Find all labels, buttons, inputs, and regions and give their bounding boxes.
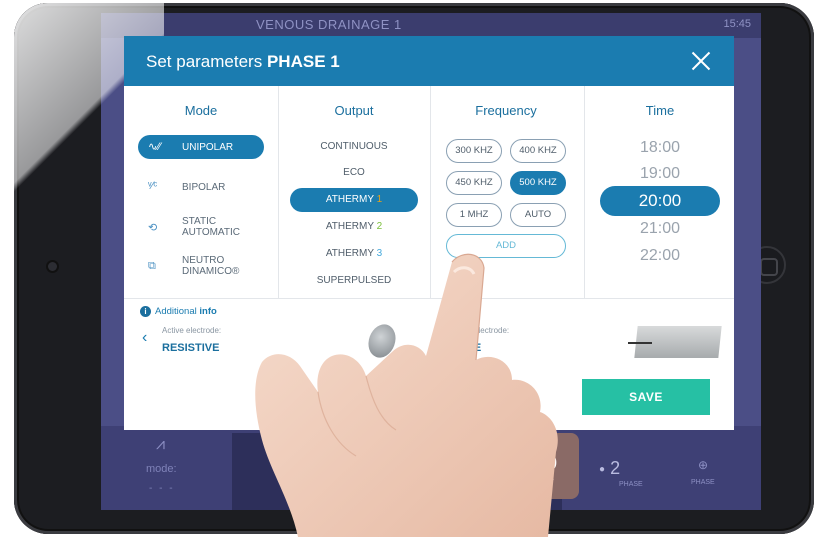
bipolar-icon: ᵛ⁄ᶜ bbox=[148, 180, 158, 192]
dialog-title: Set parameters PHASE 1 bbox=[146, 52, 340, 71]
output-superpulsed[interactable]: SUPERPULSED bbox=[290, 269, 418, 293]
time-column-header: Time bbox=[645, 103, 675, 118]
mode-label: mode: bbox=[146, 463, 177, 475]
freq-500khz[interactable]: 500 KHZ bbox=[510, 171, 566, 195]
freq-300khz[interactable]: 300 KHZ bbox=[446, 139, 502, 163]
mode-unipolar[interactable]: ∿⁄⁄ UNIPOLAR bbox=[138, 135, 264, 159]
unipolar-icon: ∿⁄⁄ bbox=[148, 141, 161, 153]
camera bbox=[48, 262, 57, 271]
phase-time-label: PHASE TIME bbox=[511, 475, 554, 482]
dialog-header: Set parameters PHASE 1 bbox=[124, 36, 734, 86]
output-athermy-2[interactable]: ATHERMY 2 bbox=[290, 215, 418, 239]
neutral-electrode-label: Neutral electrode: bbox=[446, 326, 510, 335]
save-button[interactable]: SAVE bbox=[582, 379, 710, 415]
active-electrode-label: Active electrode: bbox=[162, 326, 222, 335]
time-option[interactable]: 19:00 bbox=[600, 163, 720, 185]
column-divider bbox=[278, 86, 279, 298]
freq-auto[interactable]: AUTO bbox=[510, 203, 566, 227]
output-continuous[interactable]: CONTINUOUS bbox=[290, 135, 418, 159]
additional-info-link[interactable]: i Additional info bbox=[140, 306, 217, 317]
frequency-add-button[interactable]: ADD bbox=[446, 234, 566, 258]
close-icon[interactable] bbox=[690, 50, 712, 72]
app-top-bar: VENOUS DRAINAGE 1 15:45 bbox=[101, 13, 761, 38]
freq-450khz[interactable]: 450 KHZ bbox=[446, 171, 502, 195]
mode-icon[interactable]: ⩘ bbox=[156, 436, 165, 454]
set-parameters-dialog: Set parameters PHASE 1 Mode Output Frequ… bbox=[124, 36, 734, 430]
time-option[interactable]: 22:00 bbox=[600, 245, 720, 267]
freq-400khz[interactable]: 400 KHZ bbox=[510, 139, 566, 163]
phase-time-value: 20:00 bbox=[512, 453, 558, 473]
mode-static-automatic[interactable]: ⟲ STATIC AUTOMATIC bbox=[138, 213, 264, 241]
resistive-electrode-image bbox=[363, 320, 401, 362]
output-athermy-1[interactable]: ATHERMY 1 bbox=[290, 188, 418, 212]
static-automatic-icon: ⟲ bbox=[148, 222, 158, 234]
time-option-selected[interactable]: 20:00 bbox=[600, 186, 720, 216]
phase-2-label: PHASE bbox=[619, 481, 643, 488]
info-icon: i bbox=[140, 306, 151, 317]
neutral-electrode-value: PLATE bbox=[446, 342, 482, 354]
output-athermy-3[interactable]: ATHERMY 3 bbox=[290, 242, 418, 266]
output-eco[interactable]: ECO bbox=[290, 161, 418, 185]
frequency-column-header: Frequency bbox=[475, 103, 537, 118]
app-title: VENOUS DRAINAGE 1 bbox=[256, 17, 402, 32]
section-divider bbox=[124, 298, 734, 299]
time-option[interactable]: 21:00 bbox=[600, 218, 720, 240]
mode-bipolar[interactable]: ᵛ⁄ᶜ BIPOLAR bbox=[138, 175, 264, 199]
active-electrode-value: RESISTIVE bbox=[162, 342, 220, 354]
output-column-header: Output bbox=[334, 103, 374, 118]
plate-wire bbox=[628, 342, 652, 344]
phase-2-tab[interactable]: ● 2 bbox=[599, 458, 620, 479]
mode-column-header: Mode bbox=[184, 103, 218, 118]
add-phase-icon[interactable]: ⊕ bbox=[698, 458, 708, 472]
add-phase-label: PHASE bbox=[691, 479, 715, 486]
column-divider bbox=[584, 86, 585, 298]
mode-neutro-dinamico[interactable]: ⧉ NEUTRO DINAMICO® bbox=[138, 252, 264, 280]
neutro-dinamico-icon: ⧉ bbox=[148, 260, 156, 272]
time-option[interactable]: 18:00 bbox=[600, 137, 720, 159]
chevron-left-icon[interactable]: ‹ bbox=[142, 329, 147, 347]
freq-1mhz[interactable]: 1 MHZ bbox=[446, 203, 502, 227]
phase-number: 2 bbox=[610, 458, 621, 478]
status-clock: 15:45 bbox=[723, 18, 751, 30]
mode-value: - - - bbox=[149, 483, 175, 494]
phase-dot-icon: ● bbox=[599, 463, 606, 475]
column-divider bbox=[430, 86, 431, 298]
